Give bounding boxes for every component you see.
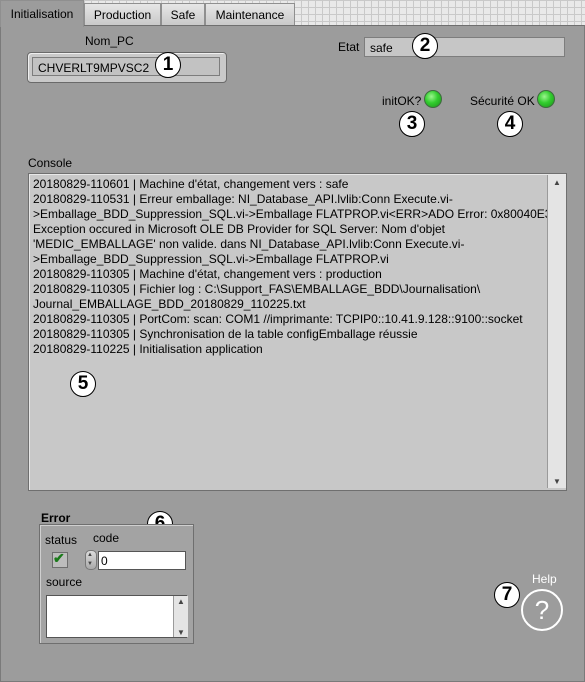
console-line: 20180829-110305 | PortCom: scan: COM1 //… (33, 312, 523, 326)
init-ok-label: initOK? (382, 94, 422, 108)
tab-maintenance[interactable]: Maintenance (205, 3, 295, 25)
question-circle-icon[interactable]: ? (521, 589, 563, 631)
console-line: Journal_EMBALLAGE_BDD_20180829_110225.tx… (33, 297, 306, 311)
tab-safe[interactable]: Safe (161, 3, 205, 25)
console-line: Exception occured in Microsoft OLE DB Pr… (33, 222, 446, 236)
initialisation-panel: Nom_PC CHVERLT9MPVSC2 1 Etat safe 2 init… (0, 25, 585, 682)
source-scroll-up-icon[interactable]: ▲ (174, 597, 188, 606)
stepper-up-icon[interactable]: ▲ (87, 552, 93, 558)
source-scroll-down-icon[interactable]: ▼ (174, 628, 188, 637)
scroll-up-icon[interactable]: ▲ (548, 178, 566, 187)
nom-pc-label: Nom_PC (85, 34, 134, 48)
nom-pc-value: CHVERLT9MPVSC2 (32, 57, 220, 76)
source-scrollbar[interactable]: ▲ ▼ (173, 596, 188, 637)
nom-pc-indicator-frame: CHVERLT9MPVSC2 (27, 52, 227, 83)
error-cluster: status code ✔ ▲ ▼ 0 source ▲ ▼ (39, 524, 194, 644)
etat-label: Etat (338, 40, 360, 54)
console-line: 20180829-110305 | Synchronisation de la … (33, 327, 418, 341)
error-source-field[interactable]: ▲ ▼ (46, 595, 188, 638)
console-line: 20180829-110531 | Erreur emballage: NI_D… (33, 192, 453, 206)
console-scrollbar[interactable]: ▲ ▼ (547, 175, 566, 488)
error-title: Error (41, 511, 71, 525)
console-line: 20180829-110225 | Initialisation applica… (33, 342, 263, 356)
badge-3: 3 (399, 111, 425, 137)
console-textbox[interactable]: 20180829-110601 | Machine d'état, change… (28, 173, 567, 491)
console-line: >Emballage_BDD_Suppression_SQL.vi->Embal… (33, 207, 559, 221)
error-code-field[interactable]: 0 (98, 551, 186, 570)
init-ok-led-icon (424, 90, 442, 108)
badge-5: 5 (70, 371, 96, 397)
scroll-down-icon[interactable]: ▼ (548, 477, 566, 486)
badge-4: 4 (497, 111, 523, 137)
tab-strip: Initialisation Production Safe Maintenan… (0, 0, 585, 27)
app-window: Initialisation Production Safe Maintenan… (0, 0, 585, 682)
code-stepper[interactable]: ▲ ▼ (85, 550, 97, 570)
console-line: 20180829-110305 | Machine d'état, change… (33, 267, 382, 281)
badge-7: 7 (494, 582, 520, 608)
etat-value: safe (364, 37, 565, 57)
error-code-label: code (93, 531, 120, 545)
console-line: >Emballage_BDD_Suppression_SQL.vi->Embal… (33, 252, 389, 266)
console-line: 20180829-110305 | Fichier log : C:\Suppo… (33, 282, 481, 296)
badge-1: 1 (155, 52, 181, 78)
help-label: Help (532, 572, 557, 586)
error-status-label: status (45, 533, 78, 547)
securite-ok-led-icon (537, 90, 555, 108)
error-source-label: source (46, 575, 83, 589)
tab-initialisation[interactable]: Initialisation (0, 0, 84, 27)
badge-2: 2 (412, 33, 438, 59)
securite-ok-label: Sécurité OK (470, 94, 535, 108)
console-line: 20180829-110601 | Machine d'état, change… (33, 177, 349, 191)
checkmark-icon: ✔ (53, 550, 65, 566)
console-line: 'MEDIC_EMBALLAGE' non valide. dans NI_Da… (33, 237, 465, 251)
tab-production[interactable]: Production (84, 3, 161, 25)
stepper-down-icon[interactable]: ▼ (87, 561, 93, 567)
console-label: Console (28, 156, 73, 170)
console-log: 20180829-110601 | Machine d'état, change… (33, 177, 559, 357)
error-status-checkbox[interactable]: ✔ (52, 550, 68, 568)
